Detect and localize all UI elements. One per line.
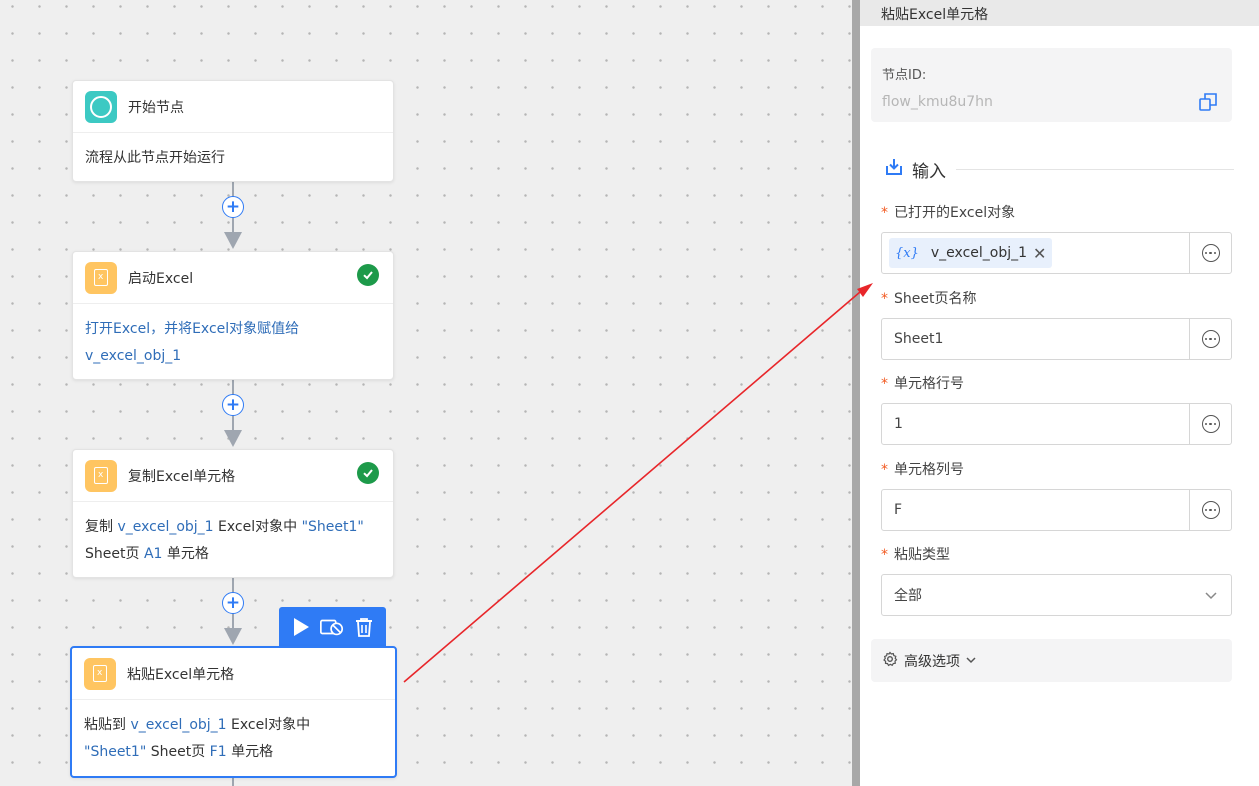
row-number-input[interactable]: 1 [881, 403, 1232, 445]
cell-ref-value: A1 [143, 546, 163, 562]
excel-file-icon [85, 261, 117, 294]
connector-arrow [224, 232, 242, 249]
node-title: 粘贴Excel单元格 [127, 666, 235, 683]
node-description: 粘贴到 v_excel_obj_1 Excel对象中 "Sheet1" Shee… [72, 700, 395, 778]
required-mark: * [881, 462, 888, 478]
node-title: 复制Excel单元格 [128, 468, 236, 485]
connector-arrow [224, 628, 242, 645]
section-divider [956, 168, 1234, 170]
more-icon[interactable] [1189, 233, 1231, 273]
desc-part: 单元格 [226, 744, 274, 760]
required-mark: * [881, 547, 888, 563]
trash-icon[interactable] [351, 614, 377, 640]
flow-node-launch-excel[interactable]: 启动Excel 打开Excel，并将Excel对象赋值给 v_excel_obj… [72, 251, 394, 380]
flow-node-paste-cell[interactable]: 粘贴Excel单元格 粘贴到 v_excel_obj_1 Excel对象中 "S… [70, 646, 397, 778]
section-label: 输入 [912, 161, 946, 182]
input-section-header: 输入 [884, 155, 1234, 183]
node-id-value: flow_kmu8u7hn [882, 94, 993, 110]
field-value[interactable]: F [882, 502, 1189, 518]
node-header: 复制Excel单元格 [73, 450, 393, 502]
more-icon[interactable] [1189, 404, 1231, 444]
node-id-label: 节点ID: [882, 68, 927, 83]
variable-link[interactable]: v_excel_obj_1 [117, 519, 213, 535]
desc-part: 粘贴到 [84, 717, 131, 733]
excel-file-icon [85, 459, 117, 492]
column-number-input[interactable]: F [881, 489, 1232, 531]
chevron-down-icon [966, 654, 976, 667]
desc-part: Excel对象中 [213, 519, 302, 535]
excel-object-input[interactable]: {x} v_excel_obj_1 ✕ [881, 232, 1232, 274]
required-mark: * [881, 291, 888, 307]
desc-part: Excel对象中 [226, 717, 311, 733]
add-node-plus-icon[interactable]: + [222, 394, 244, 416]
node-title: 开始节点 [128, 99, 184, 116]
node-header: 启动Excel [73, 252, 393, 304]
variable-tag-text: v_excel_obj_1 [930, 245, 1028, 261]
node-description: 流程从此节点开始运行 [85, 150, 225, 166]
excel-file-icon [84, 657, 116, 690]
desc-part: Sheet页 [146, 744, 210, 760]
check-circle-icon [357, 264, 379, 286]
variable-icon: {x} [895, 245, 919, 261]
desc-part: Sheet页 [85, 546, 144, 562]
field-label: * 粘贴类型 [881, 547, 950, 563]
advanced-options-toggle[interactable]: 高级选项 [871, 639, 1232, 682]
disable-icon[interactable] [319, 614, 345, 640]
flow-node-copy-cell[interactable]: 复制Excel单元格 复制 v_excel_obj_1 Excel对象中 "Sh… [72, 449, 394, 578]
variable-link[interactable]: v_excel_obj_1 [130, 717, 226, 733]
required-mark: * [881, 376, 888, 392]
add-node-plus-icon[interactable]: + [222, 196, 244, 218]
sheet-name-value: "Sheet1" [84, 744, 147, 760]
cell-ref-value: F1 [209, 744, 227, 760]
play-icon[interactable] [288, 614, 314, 640]
desc-part: 复制 [85, 519, 118, 535]
flow-canvas[interactable]: + + + 开始节点 流程从此节点开始运行 启动Excel 打开Excel，并将… [0, 0, 852, 786]
field-label: * 单元格列号 [881, 462, 964, 478]
add-node-plus-icon[interactable]: + [222, 592, 244, 614]
node-header: 粘贴Excel单元格 [72, 648, 395, 700]
gear-icon [882, 651, 898, 671]
panel-resize-handle[interactable] [852, 0, 860, 786]
node-toolbar [279, 607, 386, 647]
more-icon[interactable] [1189, 490, 1231, 530]
connector-arrow [224, 430, 242, 447]
advanced-options-label: 高级选项 [904, 653, 960, 670]
select-value[interactable]: 全部 [882, 585, 1191, 605]
input-import-icon [884, 157, 904, 181]
node-description: 打开Excel，并将Excel对象赋值给 v_excel_obj_1 [73, 304, 393, 382]
more-icon[interactable] [1189, 319, 1231, 359]
copy-icon[interactable] [1198, 92, 1218, 112]
field-value[interactable]: 1 [882, 416, 1189, 432]
connector-line [232, 778, 234, 786]
required-mark: * [881, 205, 888, 221]
field-label: * 已打开的Excel对象 [881, 205, 1016, 221]
desc-part: 单元格 [162, 546, 209, 562]
paste-type-select[interactable]: 全部 [881, 574, 1232, 616]
variable-tag: {x} v_excel_obj_1 ✕ [889, 238, 1053, 268]
node-header: 开始节点 [73, 81, 393, 133]
sheet-name-value: "Sheet1" [301, 519, 364, 535]
node-id-box: 节点ID: flow_kmu8u7hn [871, 48, 1232, 122]
node-title: 启动Excel [128, 270, 194, 287]
start-circle-icon [85, 90, 117, 123]
node-description: 复制 v_excel_obj_1 Excel对象中 "Sheet1" Sheet… [73, 502, 393, 580]
field-label: * Sheet页名称 [881, 291, 977, 307]
close-icon[interactable]: ✕ [1033, 244, 1046, 263]
properties-panel: 粘贴Excel单元格 节点ID: flow_kmu8u7hn 输入 * 已打开的E… [860, 0, 1259, 786]
node-desc-text: 打开Excel，并将Excel对象赋值给 [85, 321, 300, 337]
panel-title: 粘贴Excel单元格 [860, 0, 1259, 26]
sheet-name-input[interactable]: Sheet1 [881, 318, 1232, 360]
variable-link[interactable]: v_excel_obj_1 [85, 348, 181, 364]
flow-node-start[interactable]: 开始节点 流程从此节点开始运行 [72, 80, 394, 182]
field-value[interactable]: Sheet1 [882, 331, 1189, 347]
field-label: * 单元格行号 [881, 376, 964, 392]
chevron-down-icon[interactable] [1191, 575, 1231, 615]
check-circle-icon [357, 462, 379, 484]
